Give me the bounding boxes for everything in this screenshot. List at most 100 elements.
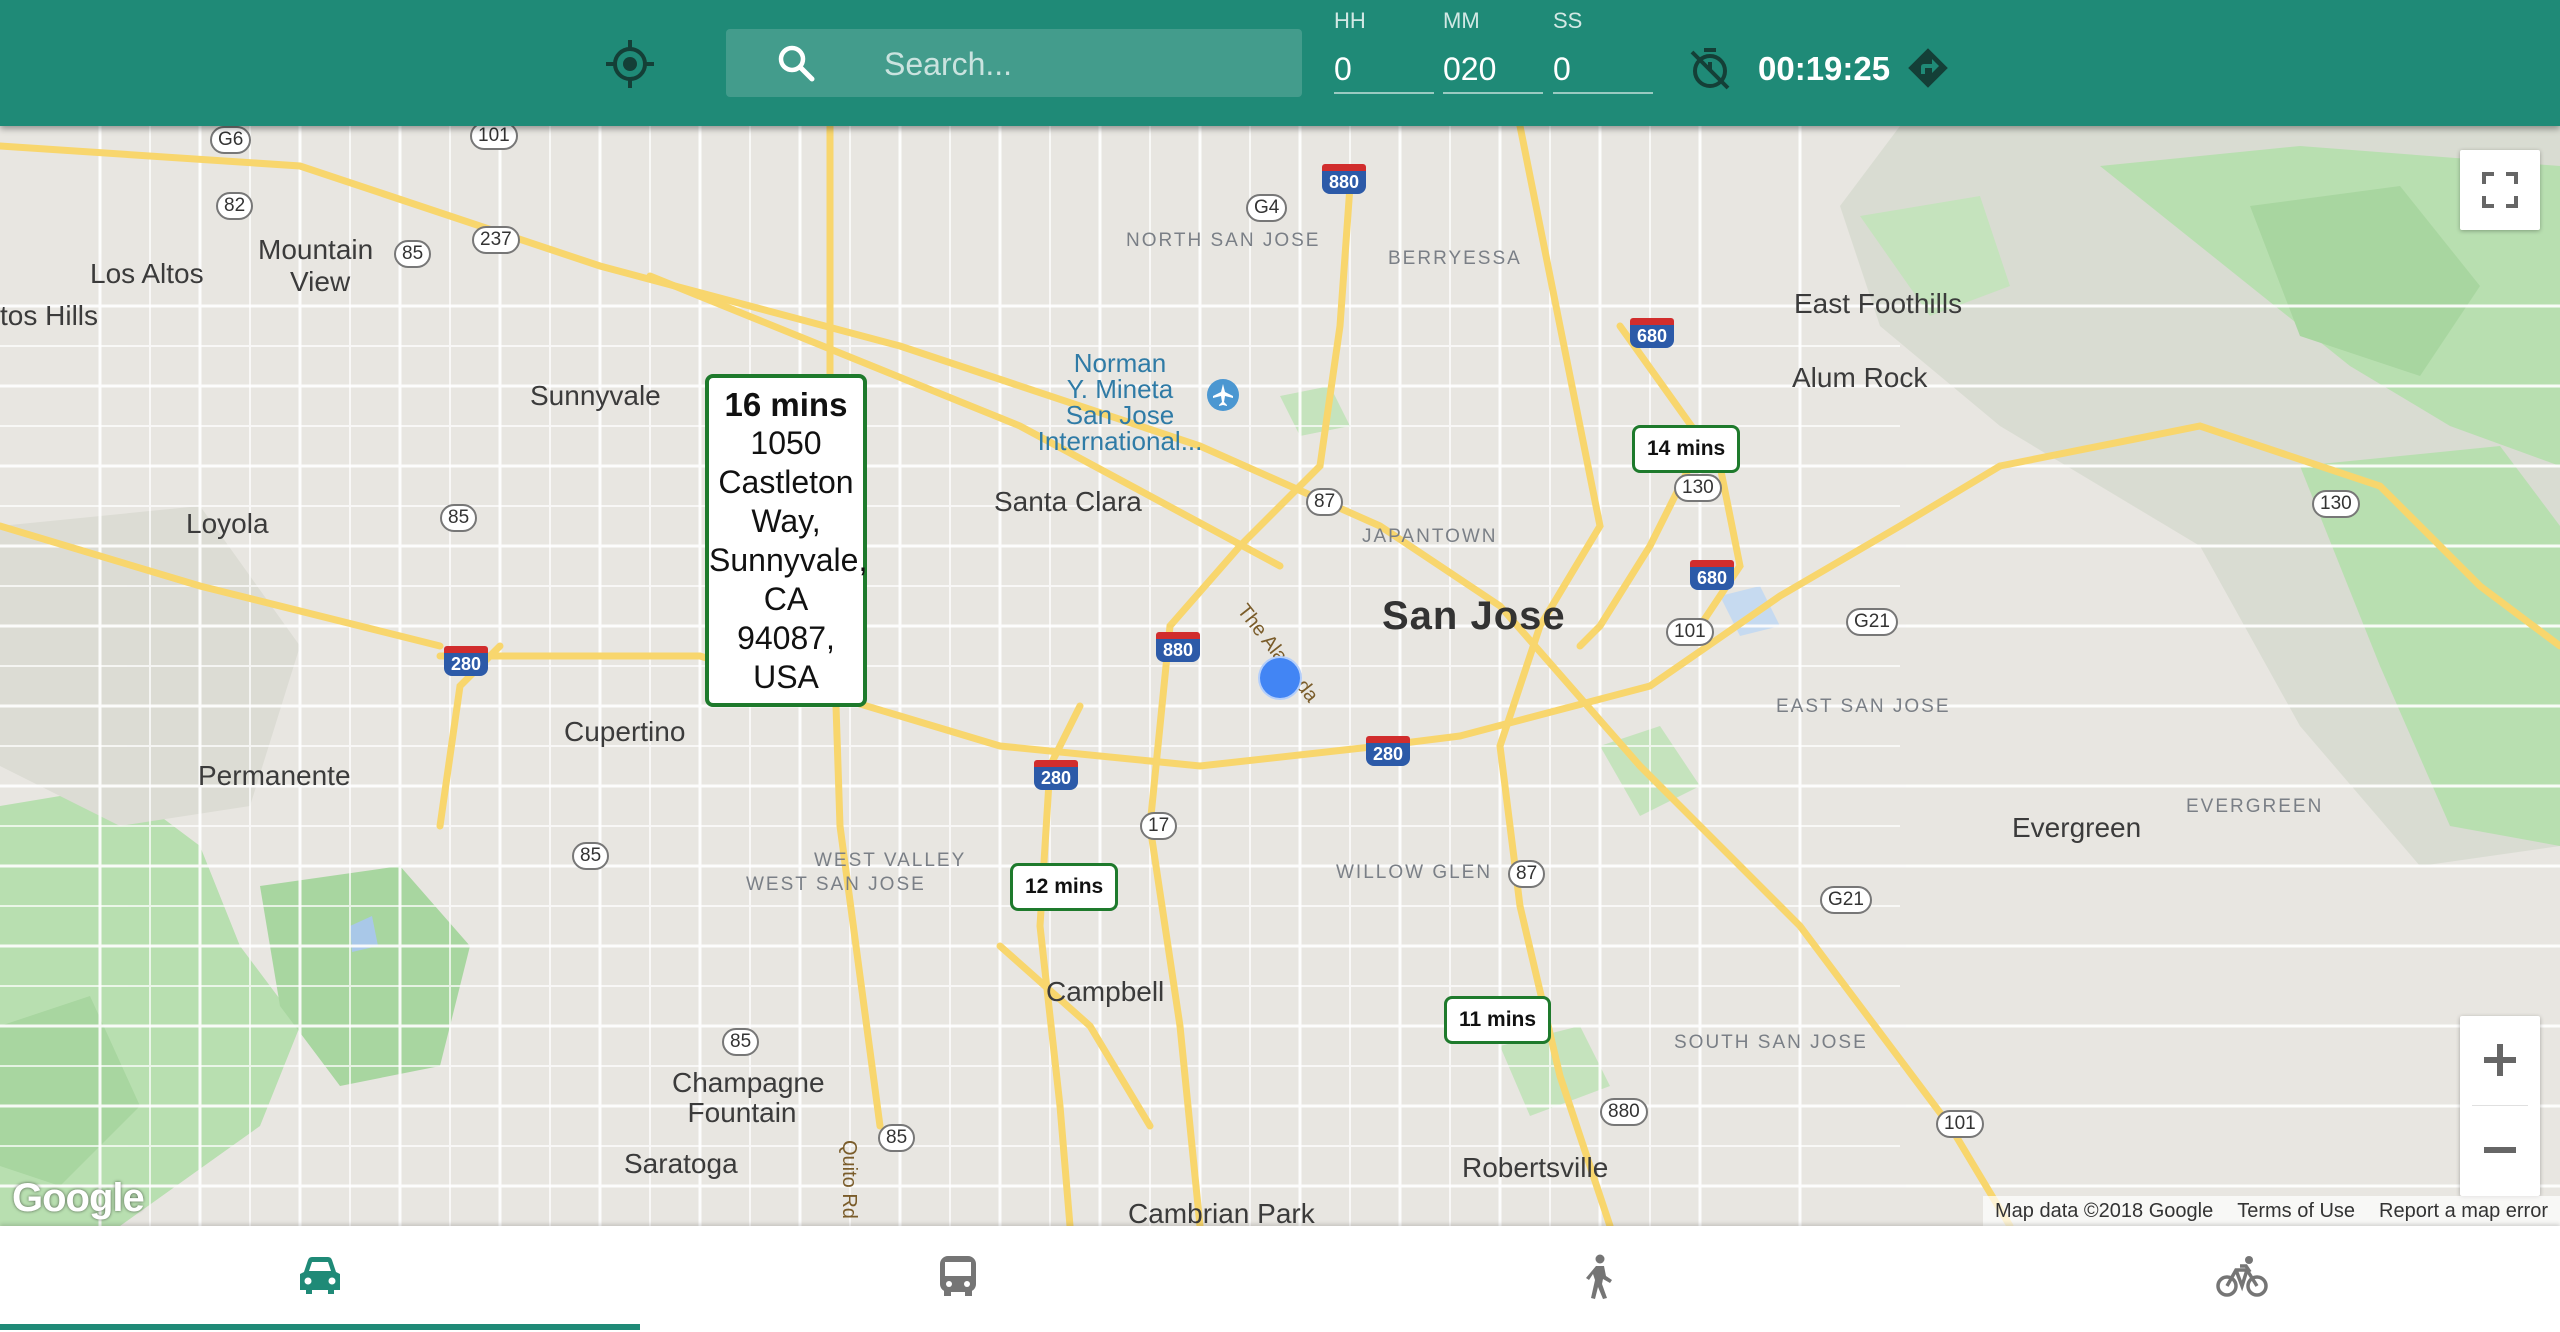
travel-mode-nav: [0, 1226, 2560, 1332]
street-quito-rd: Quito Rd: [838, 1140, 860, 1219]
destination-info-box[interactable]: 16 mins 1050 Castleton Way, Sunnyvale, C…: [705, 374, 867, 707]
airport-line-2: Y. Mineta: [1066, 374, 1174, 404]
route-shield-g21b: G21: [1820, 886, 1872, 914]
route-shield-130b: 130: [2312, 490, 2360, 518]
district-willow-glen: WILLOW GLEN: [1336, 862, 1493, 883]
minutes-input[interactable]: [1443, 46, 1543, 94]
seconds-field: SS: [1553, 0, 1653, 104]
car-icon: [300, 1257, 340, 1294]
map-label-los-altos: Los Altos: [90, 258, 204, 289]
minutes-field: MM: [1443, 0, 1543, 104]
travel-time-badge-14[interactable]: 14 mins: [1632, 425, 1741, 473]
district-south-san-jose: SOUTH SAN JOSE: [1674, 1032, 1868, 1053]
map-label-cupertino: Cupertino: [564, 716, 686, 747]
address-line: Way,: [751, 503, 821, 539]
directions-arrow-icon[interactable]: [1906, 46, 1950, 90]
zoom-out-button[interactable]: [2460, 1106, 2540, 1194]
map-label-loyola: Loyola: [186, 508, 269, 539]
district-west-san-jose: WEST SAN JOSE: [746, 874, 926, 895]
route-shield-130: 130: [1674, 474, 1722, 502]
search-icon[interactable]: [776, 43, 816, 83]
route-shield-85: 85: [394, 240, 432, 268]
airport-line-3: San Jose: [1065, 400, 1175, 430]
district-east-san-jose: EAST SAN JOSE: [1776, 696, 1951, 717]
map-label-cambrian-park: Cambrian Park: [1128, 1198, 1315, 1226]
address-line: CA: [763, 581, 809, 617]
interstate-680-shield: 680: [1630, 318, 1674, 348]
district-north-san-jose: NORTH SAN JOSE: [1126, 230, 1321, 251]
map-label-view: View: [290, 266, 351, 297]
minus-icon: [2484, 1147, 2516, 1153]
route-shield-87b: 87: [1508, 860, 1546, 888]
route-shield-82: 82: [216, 192, 254, 220]
map-label-santa-clara: Santa Clara: [994, 486, 1142, 517]
map-label-alum-rock: Alum Rock: [1792, 362, 1928, 393]
tab-cycling[interactable]: [1920, 1226, 2560, 1326]
address-line: Castleton: [718, 464, 854, 500]
route-shield-87c: 880: [1600, 1098, 1648, 1126]
map-label-champagne-fountain: Champagne Fountain: [672, 1067, 825, 1128]
route-shield-101c: 101: [1936, 1110, 1984, 1138]
address-line: USA: [753, 659, 819, 695]
address-line: Sunnyvale,: [709, 542, 868, 578]
current-location-dot: [1258, 656, 1302, 700]
hours-label: HH: [1334, 8, 1366, 33]
route-shield-85d: 85: [722, 1028, 760, 1056]
route-shield-85b: 85: [572, 842, 610, 870]
map-label-los-altos-hills: tos Hills: [0, 300, 99, 331]
travel-time-badge-11[interactable]: 11 mins: [1444, 996, 1552, 1044]
address-line: 1050: [750, 425, 822, 461]
terms-of-use-link[interactable]: Terms of Use: [2237, 1200, 2355, 1223]
active-tab-indicator: [0, 1324, 640, 1330]
map-label-sunnyvale: Sunnyvale: [530, 380, 661, 411]
timer-off-icon[interactable]: [1686, 44, 1734, 92]
tab-transit[interactable]: [640, 1226, 1280, 1326]
map-view[interactable]: Mountain View Los Altos tos Hills Sunnyv…: [0, 126, 2560, 1226]
route-shield-85e: 85: [878, 1124, 916, 1152]
locate-button[interactable]: [604, 38, 656, 90]
hours-field: HH: [1334, 0, 1434, 104]
address-line: 94087,: [737, 620, 835, 656]
route-shield-g21: G21: [1846, 608, 1898, 636]
route-shield-g6: G6: [210, 126, 252, 154]
airport-icon: [1207, 379, 1239, 411]
search-input[interactable]: [882, 39, 1286, 89]
district-berryessa: BERRYESSA: [1388, 248, 1522, 269]
walking-icon: [1586, 1254, 1612, 1299]
seconds-label: SS: [1553, 8, 1583, 33]
search-box: [726, 29, 1302, 97]
interstate-280c-shield: 280: [1366, 736, 1410, 766]
tab-driving[interactable]: [0, 1226, 640, 1330]
map-data-credit: Map data ©2018 Google: [1994, 1199, 2214, 1222]
route-shield-g4: G4: [1246, 194, 1288, 222]
district-evergreen: EVERGREEN: [2186, 796, 2324, 817]
destination-travel-time: 16 mins: [724, 386, 848, 423]
minutes-label: MM: [1443, 8, 1480, 33]
app-header: HH MM SS 00:19:25: [0, 0, 2560, 126]
map-label-san-jose: San Jose: [1382, 594, 1566, 638]
tab-walking[interactable]: [1280, 1226, 1920, 1326]
route-shield-237: 237: [472, 226, 520, 254]
google-logo: Google: [12, 1176, 145, 1220]
airport-line-4: International...: [1037, 426, 1203, 456]
map-label-evergreen: Evergreen: [2012, 812, 2142, 843]
bus-icon: [940, 1256, 976, 1296]
map-attribution: Map data ©2018 Google Terms of Use Repor…: [1982, 1196, 2560, 1226]
zoom-control: [2460, 1016, 2540, 1196]
travel-time-badge-12[interactable]: 12 mins: [1010, 863, 1119, 911]
hours-input[interactable]: [1334, 46, 1434, 94]
plus-icon: [2484, 1044, 2516, 1076]
fullscreen-icon: [2482, 172, 2518, 208]
report-map-error-link[interactable]: Report a map error: [2379, 1200, 2548, 1223]
zoom-in-button[interactable]: [2460, 1016, 2540, 1104]
map-label-campbell: Campbell: [1046, 976, 1165, 1007]
fullscreen-button[interactable]: [2460, 150, 2540, 230]
map-label-permanente: Permanente: [198, 760, 351, 791]
interstate-880-shield: 880: [1322, 164, 1366, 194]
map-label-mountain-view: Mountain: [258, 234, 374, 265]
bicycle-icon: [2216, 1256, 2268, 1297]
route-shield-101: 101: [470, 126, 518, 150]
route-shield-87: 87: [1306, 488, 1344, 516]
district-west-valley: WEST VALLEY: [814, 850, 967, 871]
seconds-input[interactable]: [1553, 46, 1653, 94]
